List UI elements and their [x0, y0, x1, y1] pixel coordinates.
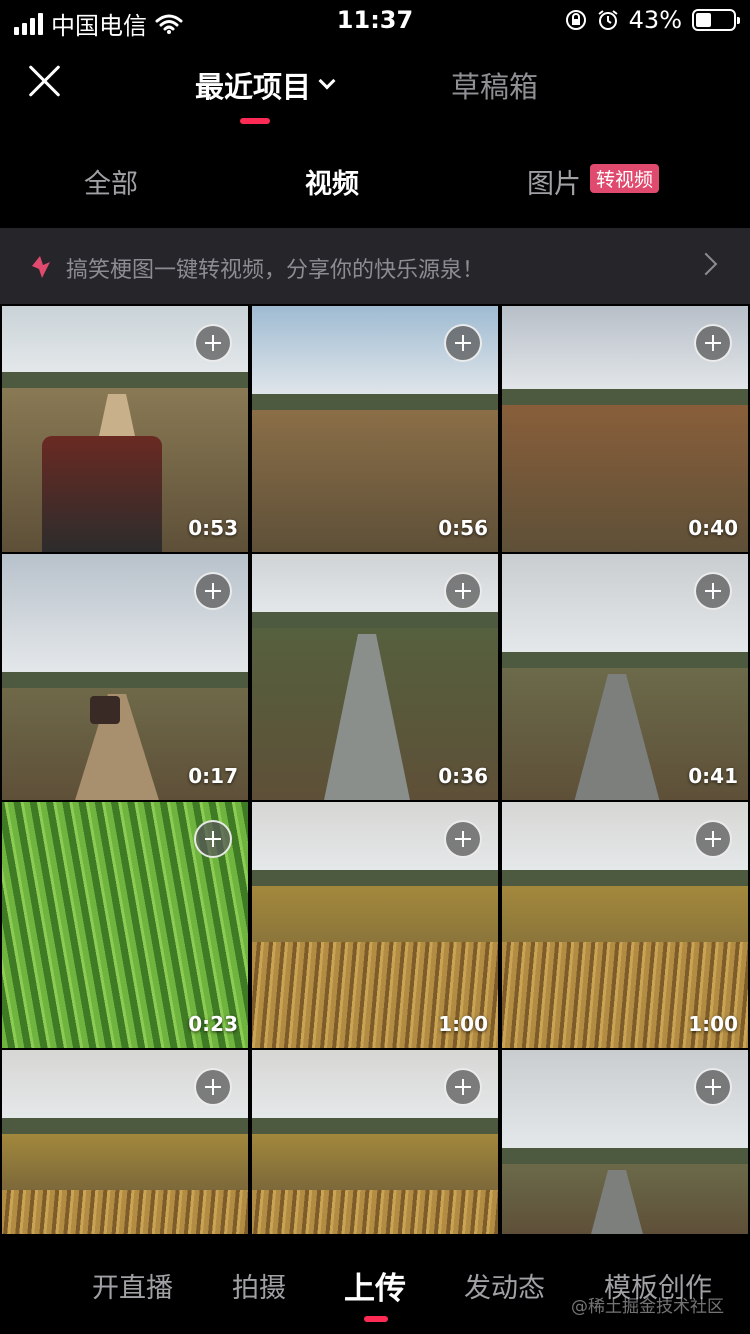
- add-plus-icon[interactable]: [694, 1068, 732, 1106]
- media-picker-screen: 中国电信 11:37 43% 最近项目 草稿箱 全部 视频 图片 转视频 搞笑梗…: [0, 0, 750, 1334]
- header: 最近项目 草稿箱: [0, 42, 750, 134]
- promo-banner[interactable]: 搞笑梗图一键转视频，分享你的快乐源泉！: [0, 228, 750, 304]
- chevron-down-icon: [318, 72, 336, 90]
- add-plus-icon[interactable]: [694, 820, 732, 858]
- media-thumbnail[interactable]: 1:00: [502, 802, 748, 1048]
- alarm-icon: [598, 10, 618, 30]
- thumbnail-crops: [252, 1190, 498, 1234]
- video-duration: 0:23: [188, 1012, 238, 1036]
- close-button[interactable]: [26, 62, 64, 100]
- media-thumbnail[interactable]: [502, 1050, 748, 1234]
- photo-to-video-badge[interactable]: 转视频: [590, 164, 660, 193]
- add-plus-icon[interactable]: [444, 1068, 482, 1106]
- add-plus-icon[interactable]: [194, 324, 232, 362]
- battery-icon: [692, 9, 740, 31]
- thumbnail-treeline: [2, 372, 248, 388]
- video-duration: 0:17: [188, 764, 238, 788]
- thumbnail-vehicle: [90, 696, 120, 724]
- media-thumbnail[interactable]: [2, 1050, 248, 1234]
- video-duration: 0:40: [688, 516, 738, 540]
- tab-video[interactable]: 视频: [305, 162, 359, 201]
- video-duration: 0:56: [438, 516, 488, 540]
- status-right: 43%: [565, 6, 740, 34]
- drafts-tab[interactable]: 草稿箱: [451, 64, 538, 106]
- thumbnail-treeline: [502, 652, 748, 668]
- tab-photo[interactable]: 图片: [527, 162, 581, 201]
- thumbnail-treeline: [252, 870, 498, 886]
- tab-post[interactable]: 发动态: [464, 1266, 545, 1305]
- add-plus-icon[interactable]: [194, 820, 232, 858]
- media-thumbnail[interactable]: 1:00: [252, 802, 498, 1048]
- thumbnail-treeline: [502, 870, 748, 886]
- video-duration: 1:00: [438, 1012, 488, 1036]
- add-plus-icon[interactable]: [444, 572, 482, 610]
- battery-fill: [696, 13, 712, 27]
- media-thumbnail[interactable]: [252, 1050, 498, 1234]
- tab-shoot[interactable]: 拍摄: [232, 1266, 286, 1305]
- media-thumbnail[interactable]: 0:36: [252, 554, 498, 800]
- video-duration: 0:36: [438, 764, 488, 788]
- battery-percent: 43%: [628, 6, 682, 34]
- album-tab-indicator: [240, 118, 270, 124]
- chevron-right-icon: [694, 252, 718, 276]
- thumbnail-treeline: [502, 389, 748, 405]
- watermark: @稀土掘金技术社区: [571, 1297, 724, 1317]
- add-plus-icon[interactable]: [194, 572, 232, 610]
- media-thumbnail[interactable]: 0:41: [502, 554, 748, 800]
- media-thumbnail[interactable]: 0:40: [502, 306, 748, 552]
- status-bar: 中国电信 11:37 43%: [0, 0, 750, 42]
- add-plus-icon[interactable]: [694, 324, 732, 362]
- add-plus-icon[interactable]: [444, 820, 482, 858]
- thumbnail-treeline: [2, 1118, 248, 1134]
- thumbnail-treeline: [2, 672, 248, 688]
- album-title: 最近项目: [195, 70, 312, 104]
- thumbnail-vehicle: [42, 436, 162, 552]
- tab-live[interactable]: 开直播: [92, 1266, 173, 1305]
- media-thumbnail[interactable]: 0:17: [2, 554, 248, 800]
- thumbnail-treeline: [252, 394, 498, 410]
- media-thumbnail[interactable]: 0:53: [2, 306, 248, 552]
- add-plus-icon[interactable]: [444, 324, 482, 362]
- media-thumbnail[interactable]: 0:23: [2, 802, 248, 1048]
- thumbnail-treeline: [252, 612, 498, 628]
- media-thumbnail[interactable]: 0:56: [252, 306, 498, 552]
- album-selector[interactable]: 最近项目: [195, 64, 336, 106]
- thumbnail-crops: [2, 1190, 248, 1234]
- media-filter-tabs: 全部 视频 图片 转视频: [0, 134, 750, 228]
- lightning-icon: [32, 256, 50, 278]
- rotation-lock-icon: [565, 10, 586, 30]
- video-duration: 0:41: [688, 764, 738, 788]
- video-duration: 1:00: [688, 1012, 738, 1036]
- add-plus-icon[interactable]: [194, 1068, 232, 1106]
- add-plus-icon[interactable]: [694, 572, 732, 610]
- thumbnail-treeline: [252, 1118, 498, 1134]
- bottom-tab-bar: 开直播 拍摄 上传 发动态 模板创作 @稀土掘金技术社区: [0, 1236, 750, 1334]
- thumbnail-treeline: [502, 1148, 748, 1164]
- banner-text: 搞笑梗图一键转视频，分享你的快乐源泉！: [66, 258, 485, 283]
- video-duration: 0:53: [188, 516, 238, 540]
- bottom-tab-indicator: [364, 1316, 388, 1322]
- tab-upload[interactable]: 上传: [344, 1263, 406, 1308]
- tab-all[interactable]: 全部: [84, 162, 138, 201]
